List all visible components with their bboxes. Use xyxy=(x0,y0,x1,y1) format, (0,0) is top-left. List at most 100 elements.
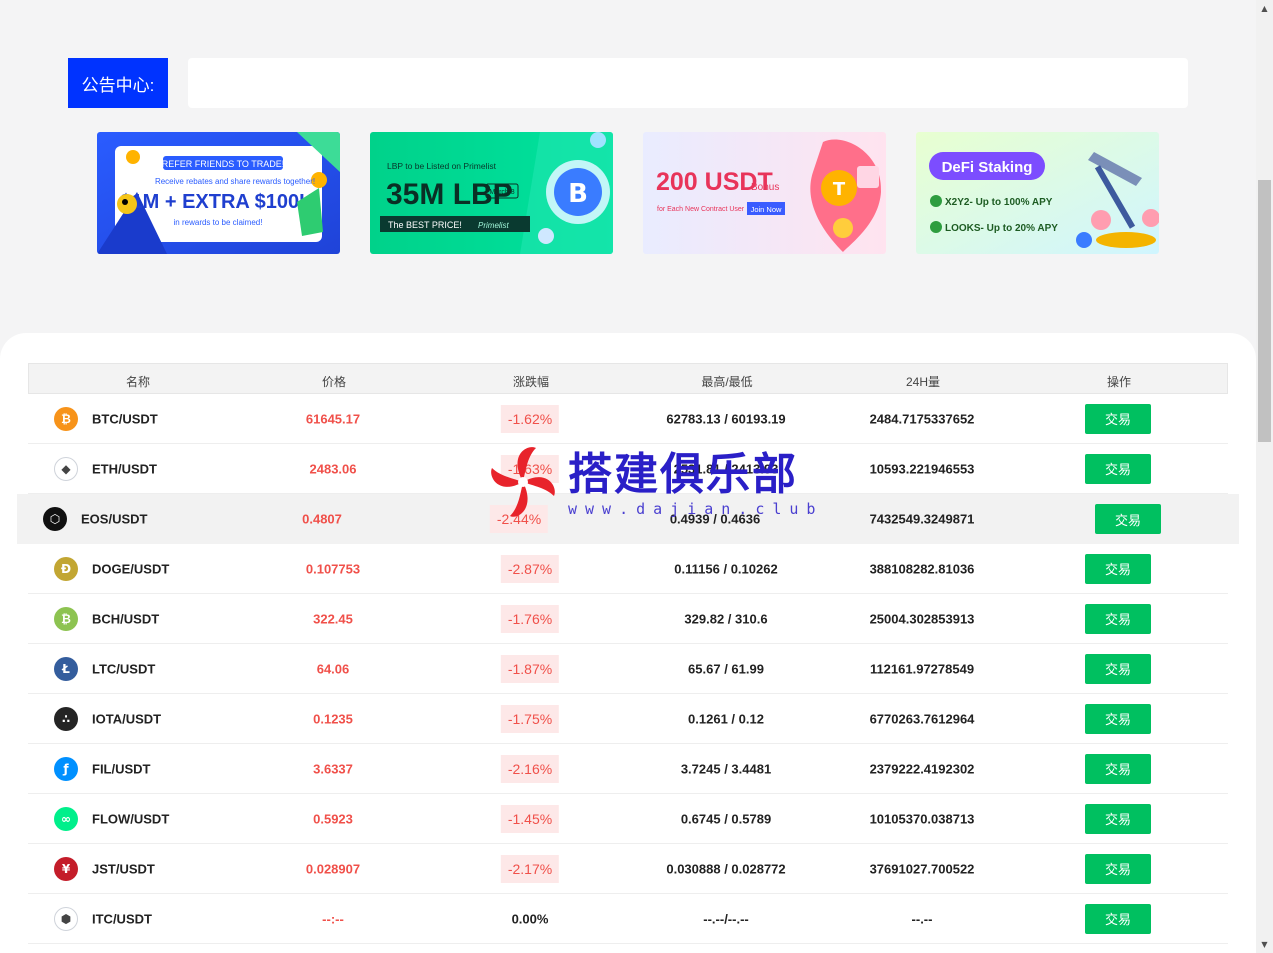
flow-icon: ∞ xyxy=(54,807,78,831)
high-low-value: 0.4939 / 0.4636 xyxy=(669,511,761,527)
trade-button[interactable]: 交易 xyxy=(1085,653,1151,684)
banner2-line3: March 8 xyxy=(489,189,514,196)
change-badge: -1.63% xyxy=(500,454,560,483)
trade-button[interactable]: 交易 xyxy=(1085,753,1151,784)
trade-button[interactable]: 交易 xyxy=(1085,853,1151,884)
trade-button[interactable]: 交易 xyxy=(1085,553,1151,584)
banner-defi-staking[interactable]: DeFi Staking X2Y2- Up to 100% APY LOOKS-… xyxy=(916,132,1159,254)
volume-value: --.-- xyxy=(911,911,933,926)
price-value: 3.6337 xyxy=(313,761,353,776)
scroll-up-arrow-icon[interactable]: ▲ xyxy=(1256,0,1273,17)
change-badge: -2.17% xyxy=(500,854,560,883)
scroll-down-arrow-icon[interactable]: ▼ xyxy=(1256,936,1273,953)
high-low-value: 329.82 / 310.6 xyxy=(684,611,768,626)
banner1-line3: $1M + EXTRA $100K xyxy=(120,191,314,213)
ethereum-icon: ◆ xyxy=(54,457,78,481)
banner-carousel: REFER FRIENDS TO TRADE! Receive rebates … xyxy=(97,132,1159,254)
pair-name: FIL/USDT xyxy=(92,761,151,776)
high-low-value: 0.1261 / 0.12 xyxy=(688,711,764,726)
table-row[interactable]: ⬡ EOS/USDT 0.4807 -2.44% 0.4939 / 0.4636 7432… xyxy=(17,494,1239,544)
change-badge: -1.45% xyxy=(500,804,560,833)
svg-text:T: T xyxy=(833,179,846,200)
notice-bar: 公告中心: xyxy=(68,58,1188,108)
banner-refer-friends[interactable]: REFER FRIENDS TO TRADE! Receive rebates … xyxy=(97,132,340,254)
trade-button[interactable]: 交易 xyxy=(1085,403,1151,434)
pair-name: FLOW/USDT xyxy=(92,811,170,826)
change-badge: -1.62% xyxy=(500,404,560,433)
banner3-line3: for Each New Contract User xyxy=(657,206,745,213)
pair-name: JST/USDT xyxy=(92,861,155,876)
volume-value: 10593.221946553 xyxy=(869,461,975,476)
table-row[interactable]: ∞ FLOW/USDT 0.5923 -1.45% 0.6745 / 0.5789 101… xyxy=(28,794,1228,844)
price-value: 0.028907 xyxy=(305,861,361,876)
pair-name: DOGE/USDT xyxy=(92,561,170,576)
volume-value: 388108282.81036 xyxy=(869,561,975,576)
high-low-value: 65.67 / 61.99 xyxy=(688,661,764,676)
high-low-value: 0.6745 / 0.5789 xyxy=(680,811,772,826)
price-value: 0.107753 xyxy=(305,561,361,576)
price-value: 0.5923 xyxy=(313,811,353,826)
table-row[interactable]: ⬢ ITC/USDT --:-- 0.00% --.--/--.-- --.-- 交易 xyxy=(28,894,1228,944)
banner1-line2: Receive rebates and share rewards togeth… xyxy=(155,177,315,186)
banner2-line5: Primelist xyxy=(478,221,509,230)
header-highlow: 最高/最低 xyxy=(701,375,753,389)
banner4-line2: X2Y2- Up to 100% APY xyxy=(945,197,1053,208)
just-icon: ¥ xyxy=(54,857,78,881)
price-value: 2483.06 xyxy=(309,461,357,476)
change-badge: -2.16% xyxy=(500,754,560,783)
banner3-line4: Join Now xyxy=(751,205,782,214)
change-badge: -2.44% xyxy=(489,505,549,533)
price-value: --:-- xyxy=(322,911,344,926)
scroll-thumb[interactable] xyxy=(1258,180,1271,442)
volume-value: 2484.7175337652 xyxy=(869,411,975,426)
table-row[interactable]: Ð DOGE/USDT 0.107753 -2.87% 0.11156 / 0.1026… xyxy=(28,544,1228,594)
table-row[interactable]: ₿ BTC/USDT 61645.17 -1.62% 62783.13 / 60193.… xyxy=(28,394,1228,444)
header-volume: 24H量 xyxy=(905,375,941,389)
banner4-line1: DeFi Staking xyxy=(942,159,1033,176)
header-price: 价格 xyxy=(321,375,347,389)
trade-button[interactable]: 交易 xyxy=(1085,903,1151,934)
banner2-line4: The BEST PRICE! xyxy=(388,220,462,230)
high-low-value: 0.030888 / 0.028772 xyxy=(666,861,786,876)
high-low-value: --.--/--.-- xyxy=(703,911,749,926)
change-badge: -1.75% xyxy=(500,704,560,733)
bitcoin-icon: ₿ xyxy=(54,407,78,431)
banner3-line2: Bonus xyxy=(751,182,779,193)
trade-button[interactable]: 交易 xyxy=(1085,803,1151,834)
banner-lbp-listing[interactable]: LBP to be Listed on Primelist 35M LBP Ma… xyxy=(370,132,613,254)
table-row[interactable]: ¥ JST/USDT 0.028907 -2.17% 0.030888 / 0.0287… xyxy=(28,844,1228,894)
volume-value: 112161.97278549 xyxy=(869,661,975,676)
banner1-line4: in rewards to be claimed! xyxy=(174,218,263,227)
pair-name: LTC/USDT xyxy=(92,661,156,676)
high-low-value: 3.7245 / 3.4481 xyxy=(680,761,772,776)
trade-button[interactable]: 交易 xyxy=(1085,603,1151,634)
header-change: 涨跌幅 xyxy=(512,375,550,389)
change-badge: -2.87% xyxy=(500,554,560,583)
change-badge: -1.76% xyxy=(500,604,560,633)
trade-button[interactable]: 交易 xyxy=(1085,703,1151,734)
volume-value: 25004.302853913 xyxy=(869,611,975,626)
table-row[interactable]: ƒ FIL/USDT 3.6337 -2.16% 3.7245 / 3.4481 2379… xyxy=(28,744,1228,794)
table-row[interactable]: ₿ BCH/USDT 322.45 -1.76% 329.82 / 310.6 25004… xyxy=(28,594,1228,644)
price-value: 64.06 xyxy=(316,661,350,676)
table-row[interactable]: ∴ IOTA/USDT 0.1235 -1.75% 0.1261 / 0.12 67702… xyxy=(28,694,1228,744)
change-badge: -1.87% xyxy=(500,654,560,683)
change-badge: 0.00% xyxy=(511,911,549,926)
price-value: 61645.17 xyxy=(305,411,361,426)
market-table: 名称 价格 涨跌幅 最高/最低 24H量 操作 ₿ BTC/USDT 61645.1… xyxy=(17,363,1239,944)
pair-name: EOS/USDT xyxy=(81,511,148,527)
table-row[interactable]: Ł LTC/USDT 64.06 -1.87% 65.67 / 61.99 112161.… xyxy=(28,644,1228,694)
page-scrollbar[interactable]: ▲ ▼ xyxy=(1256,0,1273,953)
volume-value: 10105370.038713 xyxy=(869,811,975,826)
trade-button[interactable]: 交易 xyxy=(1085,453,1151,484)
trade-button[interactable]: 交易 xyxy=(1095,504,1161,534)
header-action: 操作 xyxy=(1106,375,1132,389)
banner4-line3: LOOKS- Up to 20% APY xyxy=(945,223,1058,234)
bitcoin-cash-icon: ₿ xyxy=(54,607,78,631)
banner2-line1: LBP to be Listed on Primelist xyxy=(387,161,497,171)
table-row[interactable]: ◆ ETH/USDT 2483.06 -1.63% 2531.81 / 2413.93 1… xyxy=(28,444,1228,494)
pair-name: BCH/USDT xyxy=(92,611,160,626)
high-low-value: 0.11156 / 0.10262 xyxy=(674,561,778,576)
banner-usdt-bonus[interactable]: 200 USDT Bonus for Each New Contract Use… xyxy=(643,132,886,254)
pair-name: BTC/USDT xyxy=(92,411,158,426)
